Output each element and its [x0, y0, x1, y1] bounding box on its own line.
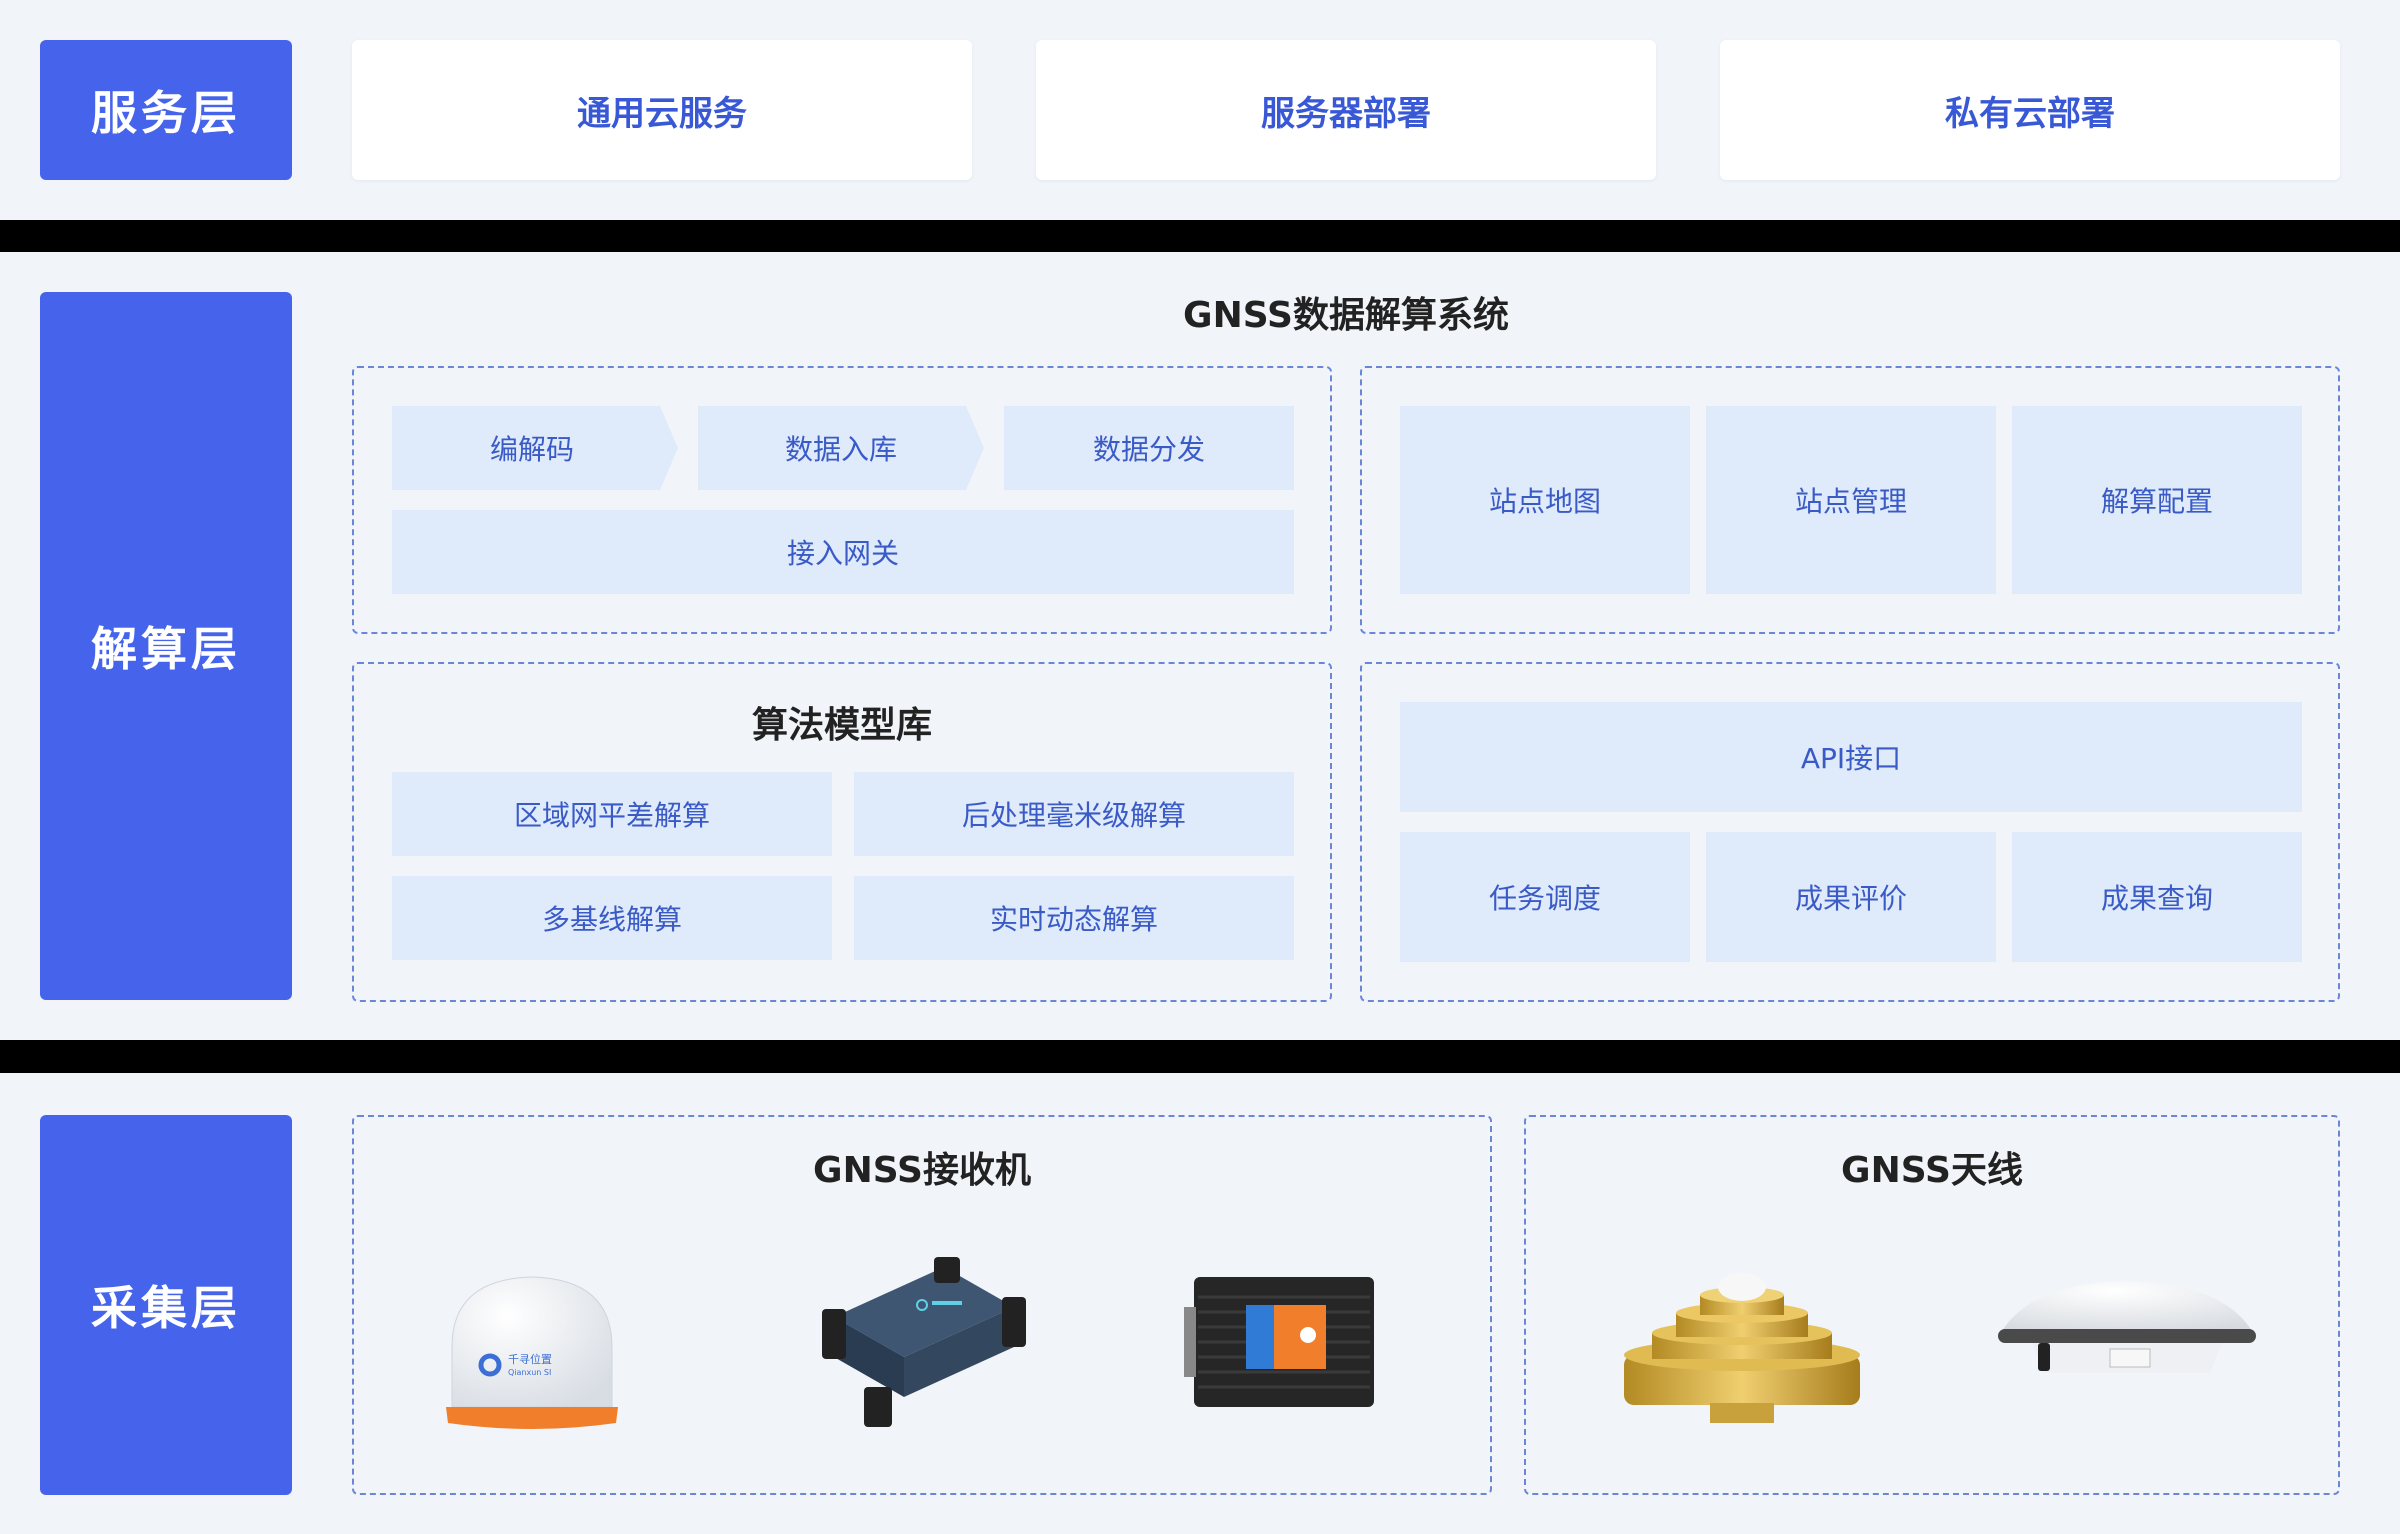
solve-layer-band: 解算层 GNSS数据解算系统 编解码 数据入库 数据分发 接入网关 站点地图 站…: [0, 252, 2400, 1040]
dome-receiver-image: 千寻位置 Qianxun SI: [446, 1276, 618, 1429]
task-scheduling: 任务调度: [1400, 832, 1690, 962]
general-cloud-service-card: 通用云服务: [352, 40, 972, 180]
data-distribution-step: 数据分发: [1092, 433, 1205, 466]
dome-brand-en-label: Qianxun SI: [508, 1368, 551, 1377]
gnss-solve-system-title: GNSS数据解算系统: [1183, 295, 1509, 336]
api-interface: API接口: [1400, 702, 2302, 812]
api-task-box: API接口 任务调度 成果评价 成果查询: [1360, 662, 2340, 1002]
gnss-antenna-title: GNSS天线: [1841, 1150, 2023, 1191]
data-ingest-step: 数据入库: [784, 433, 897, 466]
server-deployment-card: 服务器部署: [1036, 40, 1656, 180]
station-management: 站点管理: [1706, 406, 1996, 594]
result-evaluation: 成果评价: [1706, 832, 1996, 962]
algorithm-model-library-box: 算法模型库 区域网平差解算 后处理毫米级解算 多基线解算 实时动态解算: [352, 662, 1332, 1002]
solve-layer-label: 解算层: [40, 292, 292, 1000]
choke-ring-antenna-image: [1624, 1273, 1860, 1423]
gnss-antenna-box: GNSS天线: [1524, 1115, 2340, 1495]
board-receiver-image: [1184, 1277, 1374, 1407]
gnss-receiver-box: GNSS接收机 千寻位置 Qianxun SI: [352, 1115, 1492, 1495]
station-map: 站点地图: [1400, 406, 1690, 594]
data-pipeline-box: 编解码 数据入库 数据分发 接入网关: [352, 366, 1332, 634]
service-layer-band: 服务层 通用云服务 服务器部署 私有云部署: [0, 0, 2400, 220]
gnss-receiver-title: GNSS接收机: [813, 1150, 1031, 1191]
mushroom-antenna-image: [1998, 1281, 2256, 1373]
collect-layer-label: 采集层: [40, 1115, 292, 1495]
box-receiver-image: [822, 1257, 1026, 1427]
private-cloud-deployment-card: 私有云部署: [1720, 40, 2340, 180]
dome-brand-label: 千寻位置: [508, 1352, 552, 1366]
post-processing-mm-solve: 后处理毫米级解算: [854, 772, 1294, 856]
codec-step: 编解码: [489, 433, 574, 466]
solve-configuration: 解算配置: [2012, 406, 2302, 594]
result-query: 成果查询: [2012, 832, 2302, 962]
rtk-solve: 实时动态解算: [854, 876, 1294, 960]
multi-baseline-solve: 多基线解算: [392, 876, 832, 960]
station-management-box: 站点地图 站点管理 解算配置: [1360, 366, 2340, 634]
service-layer-label: 服务层: [40, 40, 292, 180]
collect-layer-band: 采集层 GNSS接收机 千寻位置 Qianxun SI GNSS天线: [0, 1073, 2400, 1534]
access-gateway: 接入网关: [392, 510, 1294, 594]
algorithm-library-title: 算法模型库: [751, 705, 932, 746]
regional-network-adjustment: 区域网平差解算: [392, 772, 832, 856]
